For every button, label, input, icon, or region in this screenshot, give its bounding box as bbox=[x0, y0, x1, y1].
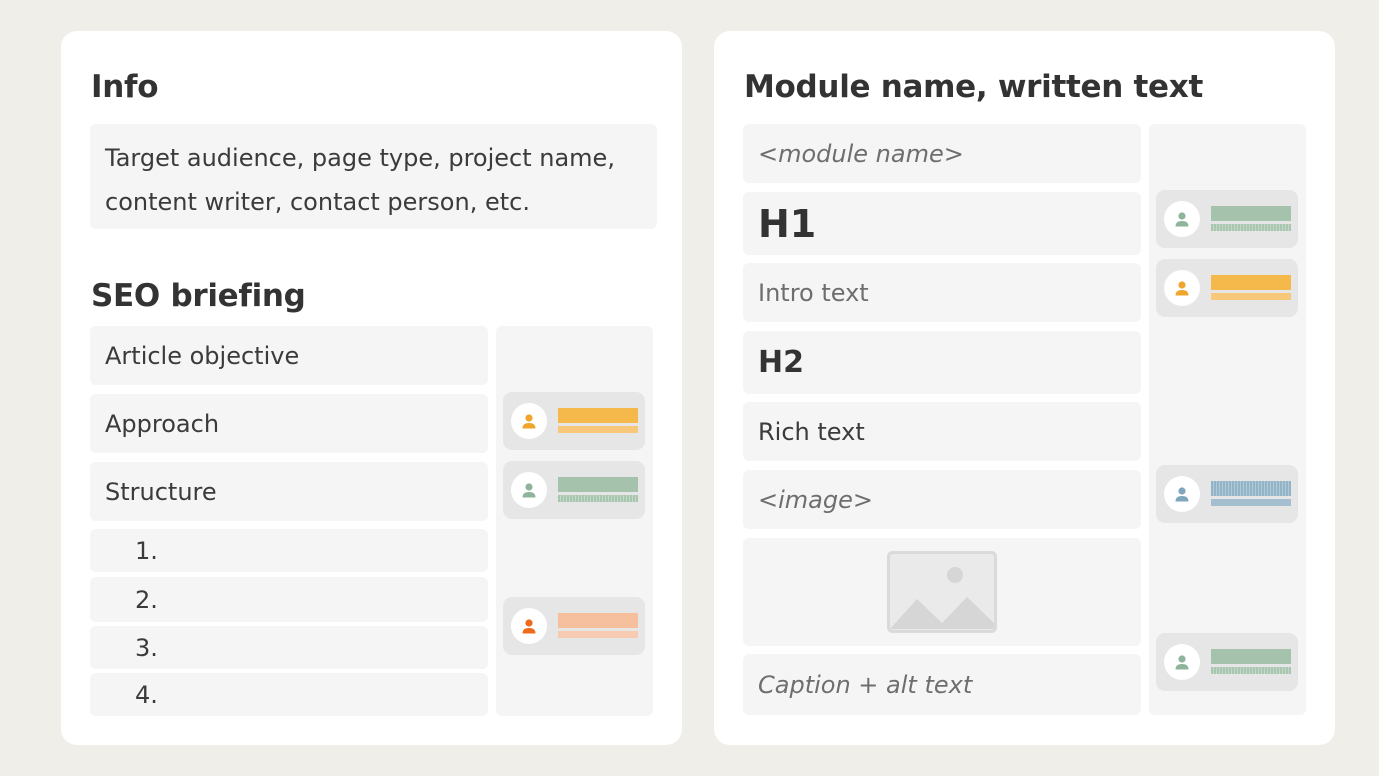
assignee-chip-h1 bbox=[1156, 190, 1298, 248]
avatar bbox=[511, 403, 547, 439]
assignee-bar bbox=[1211, 649, 1291, 664]
h1-row: H1 bbox=[743, 192, 1141, 255]
assignee-chip-image bbox=[1156, 465, 1298, 523]
person-icon bbox=[1175, 487, 1189, 502]
intro-text-row: Intro text bbox=[743, 263, 1141, 322]
assignee-bar bbox=[1211, 293, 1291, 300]
person-icon bbox=[1175, 655, 1189, 670]
person-icon bbox=[1175, 212, 1189, 227]
seo-row-approach: Approach bbox=[90, 394, 488, 453]
person-icon bbox=[1175, 281, 1189, 296]
avatar bbox=[1164, 644, 1200, 680]
avatar bbox=[1164, 201, 1200, 237]
image-placeholder-row bbox=[743, 538, 1141, 646]
rich-text-row: Rich text bbox=[743, 402, 1141, 461]
avatar bbox=[511, 608, 547, 644]
assignee-bar bbox=[1211, 275, 1291, 290]
seo-assignee-column bbox=[496, 326, 653, 716]
info-description: Target audience, page type, project name… bbox=[90, 124, 657, 229]
module-title: Module name, written text bbox=[744, 69, 1203, 105]
assignee-bar bbox=[558, 613, 638, 628]
seo-briefing-title: SEO briefing bbox=[91, 278, 306, 314]
avatar bbox=[1164, 270, 1200, 306]
assignee-chip-intro bbox=[1156, 259, 1298, 317]
image-label-row: <image> bbox=[743, 470, 1141, 529]
seo-numbered-item-2: 2. bbox=[90, 577, 488, 622]
assignee-bar bbox=[558, 495, 638, 502]
caption-row: Caption + alt text bbox=[743, 654, 1141, 715]
person-icon bbox=[522, 619, 536, 634]
assignee-bar bbox=[1211, 206, 1291, 221]
seo-row-article-objective: Article objective bbox=[90, 326, 488, 385]
assignee-bar bbox=[1211, 481, 1291, 496]
seo-numbered-item-4: 4. bbox=[90, 673, 488, 716]
assignee-chip-structure bbox=[503, 461, 645, 519]
module-card: Module name, written text <module name> … bbox=[714, 31, 1335, 745]
assignee-chip-approach bbox=[503, 392, 645, 450]
assignee-bar bbox=[1211, 667, 1291, 674]
assignee-chip-item-3 bbox=[503, 597, 645, 655]
assignee-chip-caption bbox=[1156, 633, 1298, 691]
info-card: Info Target audience, page type, project… bbox=[61, 31, 682, 745]
avatar bbox=[511, 472, 547, 508]
image-placeholder-icon bbox=[887, 551, 997, 633]
seo-row-structure: Structure bbox=[90, 462, 488, 521]
assignee-bar bbox=[1211, 499, 1291, 506]
info-title: Info bbox=[91, 69, 159, 105]
seo-numbered-item-1: 1. bbox=[90, 529, 488, 572]
avatar bbox=[1164, 476, 1200, 512]
assignee-bar bbox=[1211, 224, 1291, 231]
assignee-bar bbox=[558, 408, 638, 423]
assignee-bar bbox=[558, 631, 638, 638]
h2-row: H2 bbox=[743, 331, 1141, 394]
assignee-bar bbox=[558, 426, 638, 433]
person-icon bbox=[522, 483, 536, 498]
person-icon bbox=[522, 414, 536, 429]
seo-numbered-item-3: 3. bbox=[90, 626, 488, 669]
assignee-bar bbox=[558, 477, 638, 492]
module-name-row: <module name> bbox=[743, 124, 1141, 183]
